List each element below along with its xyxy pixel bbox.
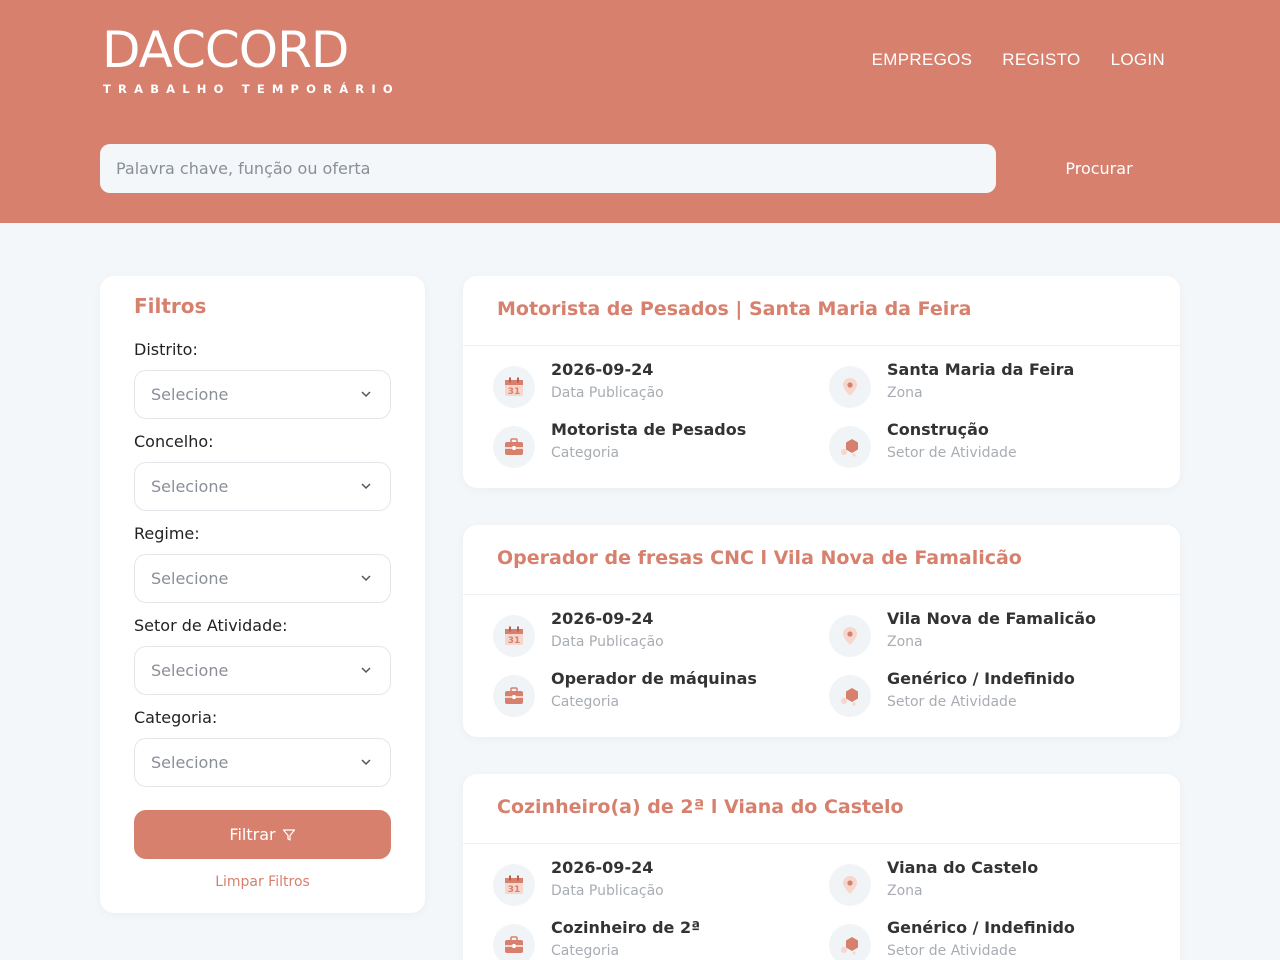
card-divider [463, 345, 1180, 346]
calendar-icon: 31 [493, 366, 535, 408]
filter-button[interactable]: Filtrar [134, 810, 391, 859]
job-category: Cozinheiro de 2ª Categoria [493, 918, 813, 960]
job-card[interactable]: Motorista de Pesados | Santa Maria da Fe… [463, 276, 1180, 488]
job-sector-value: Genérico / Indefinido [887, 669, 1075, 688]
svg-text:31: 31 [508, 387, 521, 397]
job-date-label: Data Publicação [551, 883, 664, 899]
regime-label: Regime: [134, 524, 200, 543]
district-select-value: Selecione [151, 385, 229, 404]
chevron-down-icon [361, 759, 371, 766]
briefcase-icon [493, 675, 535, 717]
job-sector-label: Setor de Atividade [887, 694, 1017, 710]
filter-button-label: Filtrar [229, 825, 276, 844]
job-category: Motorista de Pesados Categoria [493, 420, 813, 476]
category-select[interactable]: Selecione [134, 738, 391, 787]
location-pin-icon [829, 615, 871, 657]
search-button[interactable]: Procurar [1030, 144, 1168, 193]
sector-select-value: Selecione [151, 661, 229, 680]
nav-link-registo[interactable]: REGISTO [1002, 50, 1080, 70]
job-sector-value: Genérico / Indefinido [887, 918, 1075, 937]
job-category-label: Categoria [551, 445, 620, 461]
job-zone-label: Zona [887, 634, 923, 650]
category-label: Categoria: [134, 708, 218, 727]
logo-wordmark: DACCORD [102, 21, 349, 79]
job-date: 31 2026-09-24 Data Publicação [493, 609, 813, 665]
svg-text:31: 31 [508, 636, 521, 646]
job-zone: Vila Nova de Famalicão Zona [829, 609, 1149, 665]
calendar-icon: 31 [493, 864, 535, 906]
logo-tagline: TRABALHO TEMPORÁRIO [103, 82, 400, 96]
job-sector-label: Setor de Atividade [887, 943, 1017, 959]
category-select-value: Selecione [151, 753, 229, 772]
job-date: 31 2026-09-24 Data Publicação [493, 858, 813, 914]
municipality-select[interactable]: Selecione [134, 462, 391, 511]
job-zone-label: Zona [887, 385, 923, 401]
job-zone: Viana do Castelo Zona [829, 858, 1149, 914]
filters-panel: Filtros Distrito: Selecione Concelho: Se… [100, 276, 425, 913]
job-zone-value: Vila Nova de Famalicão [887, 609, 1096, 628]
job-sector-value: Construção [887, 420, 989, 439]
job-zone: Santa Maria da Feira Zona [829, 360, 1149, 416]
job-date-value: 2026-09-24 [551, 360, 654, 379]
job-sector-label: Setor de Atividade [887, 445, 1017, 461]
chevron-down-icon [361, 391, 371, 398]
funnel-icon [282, 828, 295, 841]
briefcase-icon [493, 924, 535, 960]
job-title[interactable]: Operador de fresas CNC l Vila Nova de Fa… [497, 547, 1022, 569]
nav-link-empregos[interactable]: EMPREGOS [872, 50, 973, 70]
chevron-down-icon [361, 483, 371, 490]
job-category-value: Cozinheiro de 2ª [551, 918, 701, 937]
job-date-value: 2026-09-24 [551, 858, 654, 877]
hexagon-icon [829, 924, 871, 960]
clear-filters-link[interactable]: Limpar Filtros [100, 874, 425, 890]
svg-text:31: 31 [508, 885, 521, 895]
district-label: Distrito: [134, 340, 198, 359]
job-date-label: Data Publicação [551, 385, 664, 401]
calendar-icon: 31 [493, 615, 535, 657]
job-card[interactable]: Cozinheiro(a) de 2ª l Viana do Castelo 3… [463, 774, 1180, 960]
job-zone-value: Santa Maria da Feira [887, 360, 1075, 379]
card-divider [463, 843, 1180, 844]
job-sector: Genérico / Indefinido Setor de Atividade [829, 669, 1149, 725]
job-title[interactable]: Motorista de Pesados | Santa Maria da Fe… [497, 298, 971, 320]
job-category-label: Categoria [551, 943, 620, 959]
location-pin-icon [829, 864, 871, 906]
job-zone-value: Viana do Castelo [887, 858, 1039, 877]
filters-title: Filtros [134, 294, 207, 318]
hexagon-icon [829, 426, 871, 468]
briefcase-icon [493, 426, 535, 468]
main-nav: EMPREGOS REGISTO LOGIN [872, 50, 1165, 70]
job-title[interactable]: Cozinheiro(a) de 2ª l Viana do Castelo [497, 796, 904, 818]
chevron-down-icon [361, 575, 371, 582]
sector-select[interactable]: Selecione [134, 646, 391, 695]
sector-label: Setor de Atividade: [134, 616, 288, 635]
nav-link-login[interactable]: LOGIN [1111, 50, 1165, 70]
job-category-value: Motorista de Pesados [551, 420, 747, 439]
job-date-value: 2026-09-24 [551, 609, 654, 628]
district-select[interactable]: Selecione [134, 370, 391, 419]
regime-select-value: Selecione [151, 569, 229, 588]
job-category-value: Operador de máquinas [551, 669, 757, 688]
regime-select[interactable]: Selecione [134, 554, 391, 603]
job-category-label: Categoria [551, 694, 620, 710]
search-input[interactable] [100, 144, 996, 193]
job-sector: Genérico / Indefinido Setor de Atividade [829, 918, 1149, 960]
site-logo[interactable]: DACCORD TRABALHO TEMPORÁRIO [102, 22, 398, 98]
job-zone-label: Zona [887, 883, 923, 899]
job-card[interactable]: Operador de fresas CNC l Vila Nova de Fa… [463, 525, 1180, 737]
hexagon-icon [829, 675, 871, 717]
job-date: 31 2026-09-24 Data Publicação [493, 360, 813, 416]
card-divider [463, 594, 1180, 595]
municipality-select-value: Selecione [151, 477, 229, 496]
chevron-down-icon [361, 667, 371, 674]
job-category: Operador de máquinas Categoria [493, 669, 813, 725]
job-date-label: Data Publicação [551, 634, 664, 650]
municipality-label: Concelho: [134, 432, 214, 451]
job-sector: Construção Setor de Atividade [829, 420, 1149, 476]
location-pin-icon [829, 366, 871, 408]
site-header: DACCORD TRABALHO TEMPORÁRIO EMPREGOS REG… [0, 0, 1280, 223]
